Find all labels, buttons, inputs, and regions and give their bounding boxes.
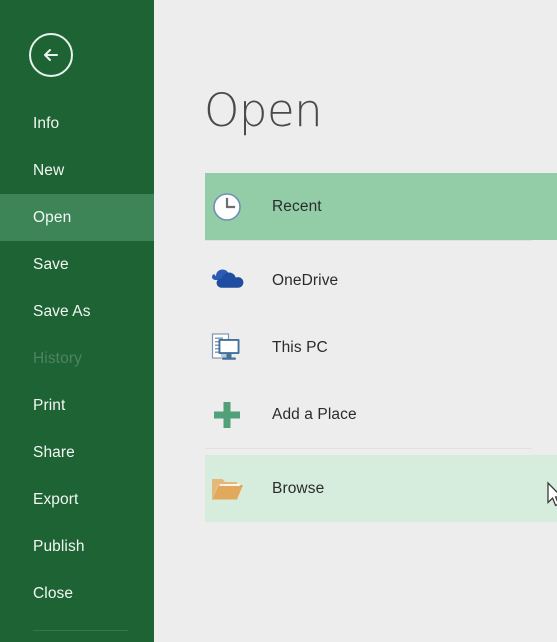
clock-icon [205,185,249,229]
plus-icon [205,393,249,437]
folder-icon [205,467,249,511]
place-row-recent[interactable]: Recent [205,173,557,240]
sidebar-divider [33,630,128,631]
sidebar-item-label: Save [33,255,69,273]
sidebar-item-label: Close [33,584,74,602]
monitor-icon [205,326,249,370]
excel-backstage-open-screen: Info New Open Save Save As History Print… [0,0,557,642]
sidebar-item-label: Export [33,490,79,508]
sidebar-item-label: Open [33,208,72,226]
place-label: Add a Place [272,405,357,423]
sidebar-item-share[interactable]: Share [0,429,154,476]
sidebar-item-label: History [33,349,82,367]
backstage-nav-list: Info New Open Save Save As History Print… [0,100,154,617]
sidebar-item-label: Publish [33,537,85,555]
backstage-sidebar: Info New Open Save Save As History Print… [0,0,154,642]
place-row-onedrive[interactable]: OneDrive [154,247,557,314]
page-title: Open [204,84,323,137]
place-label: This PC [272,338,328,356]
place-row-browse[interactable]: Browse [205,455,557,522]
cloud-icon [205,259,249,303]
sidebar-item-label: Info [33,114,60,132]
sidebar-item-label: Share [33,443,75,461]
sidebar-item-label: Save As [33,302,91,320]
sidebar-item-save[interactable]: Save [0,241,154,288]
place-label: Browse [272,479,325,497]
place-row-add-a-place[interactable]: Add a Place [154,381,557,448]
open-places-list: Recent OneDrive This PC Add a Place Brow… [154,173,557,522]
place-label: Recent [272,197,322,215]
sidebar-item-close[interactable]: Close [0,570,154,617]
sidebar-item-save-as[interactable]: Save As [0,288,154,335]
place-label: OneDrive [272,271,339,289]
sidebar-item-history: History [0,335,154,382]
sidebar-item-new[interactable]: New [0,147,154,194]
sidebar-item-label: New [33,161,65,179]
sidebar-item-label: Print [33,396,66,414]
sidebar-item-print[interactable]: Print [0,382,154,429]
sidebar-item-export[interactable]: Export [0,476,154,523]
place-row-this-pc[interactable]: This PC [154,314,557,381]
arrow-left-circle-icon [31,35,71,75]
sidebar-item-open[interactable]: Open [0,194,154,241]
sidebar-item-info[interactable]: Info [0,100,154,147]
sidebar-item-publish[interactable]: Publish [0,523,154,570]
open-panel: Open Recent OneDrive This PC Add a Place… [154,0,557,642]
back-button[interactable] [29,33,73,77]
